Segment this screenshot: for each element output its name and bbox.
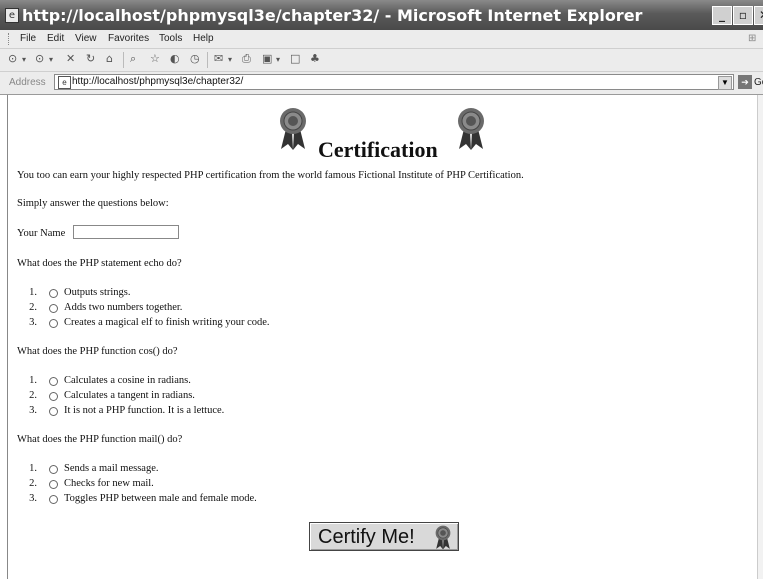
instruction-text: Simply answer the questions below:: [17, 198, 169, 209]
award-rosette-icon: [280, 108, 306, 150]
question-3-text: What does the PHP function mail() do?: [17, 434, 183, 445]
discuss-icon[interactable]: □: [290, 52, 300, 65]
home-icon[interactable]: ⌂: [106, 52, 113, 65]
favorites-star-icon[interactable]: ☆: [150, 52, 160, 65]
menu-grip: [8, 33, 11, 45]
mail-dropdown-icon[interactable]: ▾: [228, 55, 232, 64]
refresh-icon[interactable]: ↻: [86, 52, 95, 65]
heading-text: Certification: [318, 137, 438, 162]
title-bar: e http://localhost/phpmysql3e/chapter32/…: [0, 0, 763, 30]
option-label: Checks for new mail.: [64, 478, 154, 489]
radio-button[interactable]: [49, 319, 58, 328]
chevron-down-icon[interactable]: ▼: [718, 76, 732, 90]
forward-dropdown-icon[interactable]: ▾: [49, 55, 53, 64]
menu-view[interactable]: View: [75, 33, 97, 44]
maximize-button[interactable]: ▫: [733, 6, 753, 25]
option-label: Sends a mail message.: [64, 463, 159, 474]
radio-button[interactable]: [49, 392, 58, 401]
history-icon[interactable]: ◷: [190, 52, 200, 65]
radio-button[interactable]: [49, 289, 58, 298]
intro-text: You too can earn your highly respected P…: [17, 170, 524, 181]
option-number: 3.: [29, 405, 37, 416]
option-number: 1.: [29, 463, 37, 474]
option-number: 3.: [29, 317, 37, 328]
menu-tools[interactable]: Tools: [159, 33, 182, 44]
menu-favorites[interactable]: Favorites: [108, 33, 149, 44]
page-icon: e: [58, 76, 71, 89]
radio-button[interactable]: [49, 407, 58, 416]
option-label: Calculates a tangent in radians.: [64, 390, 195, 401]
address-label: Address: [9, 77, 46, 88]
edit-dropdown-icon[interactable]: ▾: [276, 55, 280, 64]
radio-button[interactable]: [49, 304, 58, 313]
option-number: 1.: [29, 375, 37, 386]
option-number: 2.: [29, 302, 37, 313]
messenger-icon[interactable]: ♣: [310, 52, 320, 65]
vertical-scrollbar[interactable]: [757, 95, 763, 579]
name-label: Your Name: [17, 228, 66, 239]
browser-window: e http://localhost/phpmysql3e/chapter32/…: [0, 0, 763, 579]
award-rosette-icon: [435, 525, 451, 550]
option-number: 2.: [29, 478, 37, 489]
ie-page-icon: e: [5, 8, 19, 23]
page-heading: Certification: [278, 107, 498, 162]
menu-file[interactable]: File: [20, 33, 36, 44]
option-number: 2.: [29, 390, 37, 401]
windows-logo-icon: ⊞: [748, 33, 757, 44]
window-title: http://localhost/phpmysql3e/chapter32/ -…: [22, 6, 643, 25]
stop-icon[interactable]: ✕: [66, 52, 75, 65]
name-input[interactable]: [73, 225, 179, 239]
menu-help[interactable]: Help: [193, 33, 214, 44]
radio-button[interactable]: [49, 377, 58, 386]
certify-me-button[interactable]: Certify Me!: [309, 522, 459, 551]
question-2-text: What does the PHP function cos() do?: [17, 346, 178, 357]
media-icon[interactable]: ◐: [170, 52, 180, 65]
award-rosette-icon: [458, 108, 484, 150]
question-1-text: What does the PHP statement echo do?: [17, 258, 182, 269]
option-label: Adds two numbers together.: [64, 302, 183, 313]
print-icon[interactable]: ⎙: [242, 52, 251, 66]
toolbar-separator: [123, 52, 124, 68]
minimize-button[interactable]: _: [712, 6, 732, 25]
option-label: Creates a magical elf to finish writing …: [64, 317, 270, 328]
menu-bar: File Edit View Favorites Tools Help ⊞: [0, 30, 763, 49]
menu-edit[interactable]: Edit: [47, 33, 64, 44]
go-button[interactable]: Go: [754, 77, 763, 88]
address-url: http://localhost/phpmysql3e/chapter32/: [72, 76, 244, 87]
option-label: It is not a PHP function. It is a lettuc…: [64, 405, 225, 416]
page-content: Certification You too can earn your high…: [7, 95, 758, 579]
toolbar: ⊙ ▾ ⊙ ▾ ✕ ↻ ⌂ ⌕ ☆ ◐ ◷ ✉ ▾ ⎙ ▣ ▾ □ ♣: [0, 49, 763, 72]
radio-button[interactable]: [49, 480, 58, 489]
option-label: Toggles PHP between male and female mode…: [64, 493, 257, 504]
option-label: Calculates a cosine in radians.: [64, 375, 191, 386]
address-field[interactable]: e http://localhost/phpmysql3e/chapter32/…: [54, 74, 734, 90]
back-icon[interactable]: ⊙: [8, 52, 17, 65]
close-button[interactable]: ✕: [754, 6, 763, 25]
radio-button[interactable]: [49, 465, 58, 474]
mail-icon[interactable]: ✉: [214, 52, 223, 65]
certify-button-label: Certify Me!: [318, 526, 415, 548]
search-icon[interactable]: ⌕: [130, 52, 136, 66]
option-number: 3.: [29, 493, 37, 504]
option-label: Outputs strings.: [64, 287, 131, 298]
radio-button[interactable]: [49, 495, 58, 504]
forward-icon[interactable]: ⊙: [35, 52, 44, 65]
address-bar: Address e http://localhost/phpmysql3e/ch…: [0, 72, 763, 95]
option-number: 1.: [29, 287, 37, 298]
edit-icon[interactable]: ▣: [262, 52, 272, 65]
toolbar-separator: [207, 52, 208, 68]
go-arrow-icon[interactable]: ➔: [738, 75, 752, 89]
back-dropdown-icon[interactable]: ▾: [22, 55, 26, 64]
